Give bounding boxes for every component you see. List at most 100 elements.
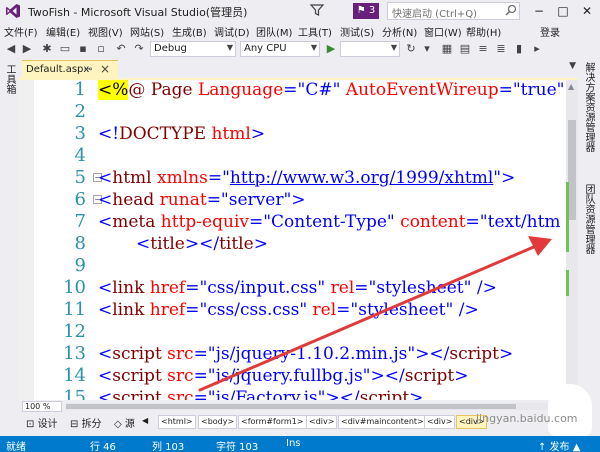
line-number: 8 [74,233,86,254]
line-number: 10 [63,277,86,298]
browser-link-icon[interactable]: ▾ [420,42,434,56]
menu-website[interactable]: 网站(S) [130,24,164,39]
line-number: 6 [74,189,86,210]
menu-build[interactable]: 生成(B) [172,24,207,39]
close-icon[interactable]: × [100,62,110,76]
source-icon: ◇ [114,419,125,430]
close-icon[interactable]: ✕ [576,2,598,20]
menu-team[interactable]: 团队(M) [256,24,292,39]
code-line-13: <script src="js/jquery-1.10.2.min.js"></… [98,344,514,364]
start-debug-icon[interactable]: ▶ [324,42,338,56]
status-insert-mode: Ins [286,438,301,449]
horizontal-scroll-thumb[interactable] [66,404,516,409]
menu-debug[interactable]: 调试(D) [214,24,250,39]
code-line-3: <!DOCTYPE html> [98,124,266,144]
toolbar-overflow-icon[interactable]: ▸ [530,42,544,56]
indicator-margin [18,80,34,400]
save-all-icon[interactable]: ▫ [94,42,108,56]
menu-test[interactable]: 测试(S) [340,24,374,39]
team-explorer-tab[interactable]: 团队资源管理器 [583,184,594,254]
design-icon: ⊡ [26,419,38,430]
zoom-select[interactable]: 100 % [22,401,62,412]
line-number: 7 [74,211,86,232]
uncomment-icon[interactable]: ≣ [494,42,508,56]
breadcrumb-item[interactable]: <div> [424,415,456,429]
scroll-up-icon[interactable]: ▲ [568,82,574,91]
undo-icon[interactable]: ↶ [114,42,128,56]
menu-edit[interactable]: 编辑(E) [46,24,80,39]
platform-select[interactable]: Any CPU ▼ [240,41,320,57]
solution-explorer-tab[interactable]: 解决方案资源管理器 [583,62,594,152]
menu-analyze[interactable]: 分析(N) [382,24,417,39]
publish-button[interactable]: ↑ 发布 ▲ [538,438,580,452]
title-bar: TwoFish - Microsoft Visual Studio(管理员) ⚑… [0,0,600,22]
minimize-icon[interactable]: − [528,2,550,20]
design-view-button[interactable]: ⊡ 设计 [26,415,58,430]
code-line-1: <%@ Page Language="C#" AutoEventWireup="… [98,80,565,100]
watermark-logo [548,384,592,436]
configuration-select[interactable]: Debug ▼ [150,41,236,57]
breadcrumb-item[interactable]: <div> [306,415,338,429]
line-number: 11 [63,299,86,320]
redo-icon[interactable]: ↷ [132,42,146,56]
maximize-icon[interactable]: □ [552,2,574,20]
document-tab-well: Default.aspx ⊸ × ▼ [18,58,578,78]
login-link[interactable]: 登录 [540,24,560,39]
menu-file[interactable]: 文件(F) [4,24,38,39]
notification-badge[interactable]: ⚑ 3 [353,3,379,19]
menu-bar: 文件(F) 编辑(E) 视图(V) 网站(S) 生成(B) 调试(D) 团队(M… [0,22,600,40]
code-line-14: <script src="js/jquery.fullbg.js"></scri… [98,366,469,386]
breadcrumb-item[interactable]: <body> [198,415,238,429]
breadcrumb-prev-icon[interactable]: ◀ [142,416,148,425]
tab-dropdown-icon[interactable]: ▼ [569,61,576,71]
change-marker [566,270,569,296]
status-ready: 就绪 [6,442,26,452]
back-icon[interactable]: ◀ [4,42,18,56]
pin-icon[interactable]: ⊸ [84,64,92,75]
menu-tools[interactable]: 工具(T) [298,24,332,39]
forward-icon[interactable]: ▶ [20,42,34,56]
code-line-8: <title></title> [136,234,268,254]
visual-studio-logo-icon [6,4,20,18]
source-view-button[interactable]: ◇ 源 [114,415,135,430]
line-number: 2 [74,101,86,122]
open-folder-icon[interactable]: ▭ [58,42,72,56]
bookmark-icon[interactable]: ▮ [512,42,526,56]
flag-icon: ⚑ [356,5,366,16]
namespace-link[interactable]: http://www.w3.org/1999/xhtml [230,168,493,188]
standard-toolbar: ◀ ▶ ✱ ▭ ▪ ▫ ↶ ↷ Debug ▼ Any CPU ▼ ▶ ▼ ↻ … [0,40,600,58]
menu-window[interactable]: 窗口(W) [424,24,462,39]
breadcrumb-item[interactable]: <html> [158,415,196,429]
comment-icon[interactable]: ≡ [476,42,490,56]
vertical-scroll-thumb[interactable] [568,120,576,220]
chevron-down-icon: ▼ [226,43,233,52]
code-line-6: <head runat="server"> [98,190,306,210]
toolbox-tab[interactable]: 工具箱 [3,64,15,94]
search-icon [505,4,517,16]
document-tab[interactable]: Default.aspx ⊸ × [22,60,118,78]
line-number: 4 [74,145,86,166]
watermark-text: jingyan.baidu.com [476,412,578,425]
browser-select[interactable]: ▼ [340,41,400,57]
menu-help[interactable]: 帮助(H) [466,24,501,39]
refresh-icon[interactable]: ↻ [404,42,418,56]
vertical-scrollbar[interactable]: ▲ ▼ [566,80,578,400]
quick-launch-input[interactable]: 快速启动 (Ctrl+Q) [387,2,520,20]
line-number: 1 [74,80,86,100]
toolbar-icon-1[interactable]: ▦ [440,42,454,56]
split-view-button[interactable]: ⊟ 拆分 [70,415,102,430]
line-number: 9 [74,255,86,276]
menu-view[interactable]: 视图(V) [88,24,123,39]
code-editor[interactable]: 1 2 3 4 5 6 7 8 9 10 11 12 13 14 15 − − … [18,80,566,400]
line-number: 13 [63,343,86,364]
right-tool-strip: 解决方案资源管理器 团队资源管理器 [578,58,600,436]
notification-count: 3 [368,5,376,16]
breadcrumb-item[interactable]: <form#form1> [238,415,307,429]
horizontal-scrollbar[interactable] [66,403,566,410]
new-project-icon[interactable]: ✱ [40,42,54,56]
breadcrumb-item[interactable]: <div#maincontent> [338,415,427,429]
toolbar-icon-2[interactable]: ▤ [458,42,472,56]
feedback-filter-icon[interactable] [310,3,324,17]
document-tab-label: Default.aspx [26,64,90,75]
save-icon[interactable]: ▪ [76,42,90,56]
